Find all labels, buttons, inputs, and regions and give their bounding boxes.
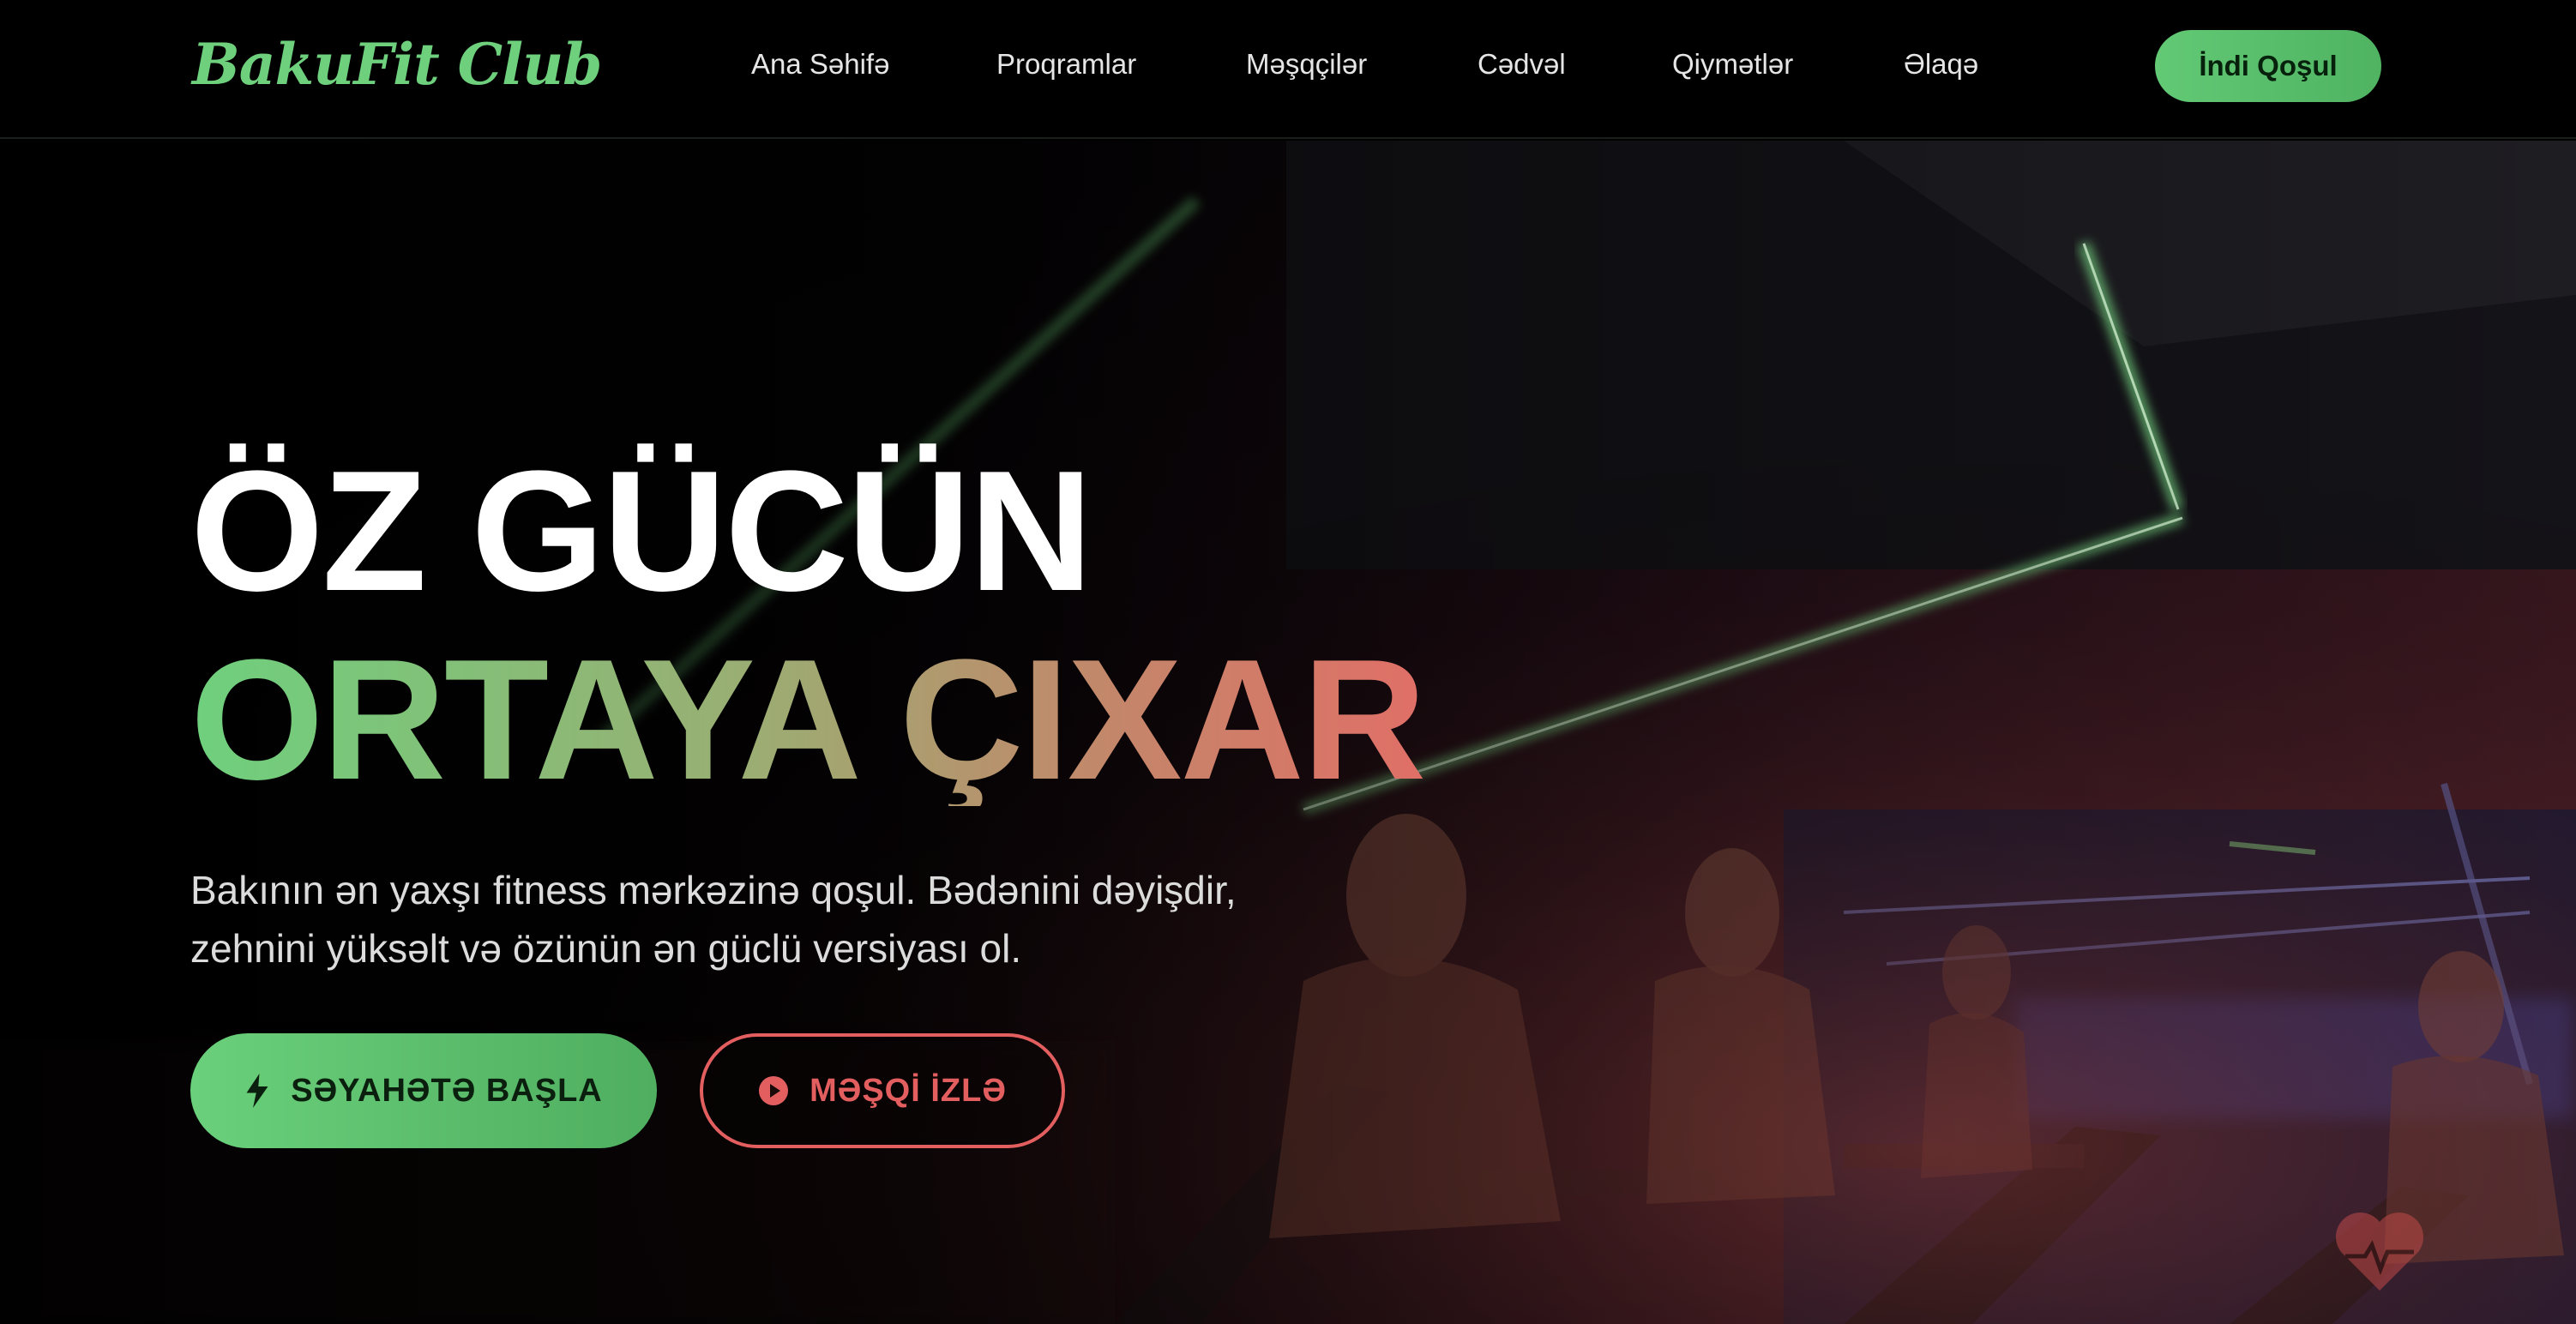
- watch-workout-button[interactable]: MƏŞQİ İZLƏ: [700, 1033, 1065, 1148]
- lightning-bolt-icon: [246, 1074, 268, 1108]
- hero-tagline-line2: zehnini yüksəlt və özünün ən güclü versi…: [190, 926, 1022, 971]
- hero-headline-line2: ORTAYA ÇIXAR: [190, 624, 1426, 815]
- nav-item-home[interactable]: Ana Səhifə: [751, 48, 889, 81]
- hero-section: ÖZ GÜCÜN ORTAYA ÇIXAR Bakının ən yaxşı f…: [0, 141, 2576, 1324]
- nav-item-contact[interactable]: Əlaqə: [1904, 48, 1978, 81]
- play-circle-icon: [759, 1076, 789, 1105]
- heart-pulse-icon: [2336, 1213, 2423, 1291]
- watch-workout-label: MƏŞQİ İZLƏ: [810, 1072, 1007, 1109]
- nav-item-pricing[interactable]: Qiymətlər: [1672, 48, 1793, 81]
- nav-item-trainers[interactable]: Məşqçilər: [1246, 48, 1367, 81]
- hero-tagline-line1: Bakının ən yaxşı fitness mərkəzinə qoşul…: [190, 868, 1237, 912]
- hero-headline-line1: ÖZ GÜCÜN: [190, 436, 1093, 627]
- nav-item-programs[interactable]: Proqramlar: [996, 48, 1136, 81]
- start-journey-button[interactable]: SƏYAHƏTƏ BAŞLA: [190, 1033, 657, 1148]
- join-now-button[interactable]: İndi Qoşul: [2155, 30, 2381, 102]
- site-header: BakuFit Club Ana Səhifə Proqramlar Məşqç…: [0, 0, 2576, 139]
- nav-item-schedule[interactable]: Cədvəl: [1478, 48, 1566, 81]
- start-journey-label: SƏYAHƏTƏ BAŞLA: [291, 1072, 603, 1109]
- hero-tagline: Bakının ən yaxşı fitness mərkəzinə qoşul…: [190, 861, 1391, 978]
